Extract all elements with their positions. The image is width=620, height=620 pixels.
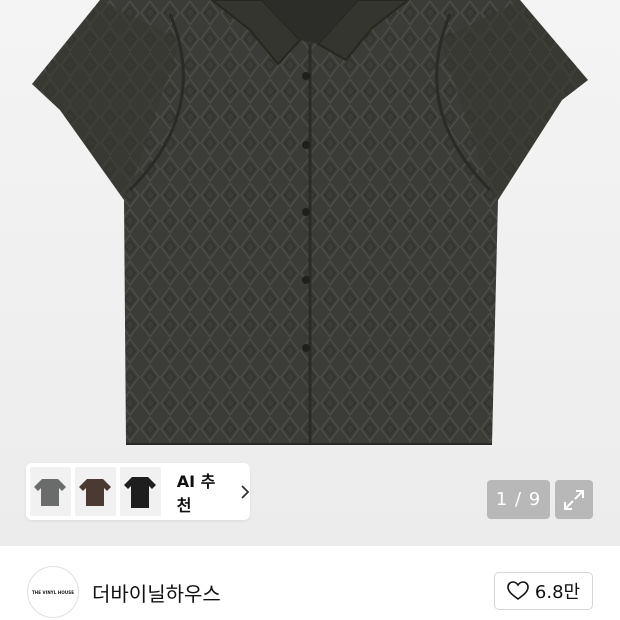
recommend-thumbnail-1[interactable] <box>30 467 71 516</box>
ai-recommend-label: AI 추천 <box>176 471 216 515</box>
expand-button[interactable] <box>555 480 593 519</box>
shirt-thumb-icon <box>124 476 157 508</box>
ai-recommend-button[interactable]: AI 추천 <box>26 463 250 520</box>
expand-icon <box>564 489 584 510</box>
recommend-thumbnail-3[interactable] <box>119 467 161 516</box>
like-button[interactable]: 6.8만 <box>494 572 593 610</box>
brand-row: THE VINYL HOUSE 더바이닐하우스 6.8만 <box>0 546 620 620</box>
brand-name[interactable]: 더바이닐하우스 <box>92 578 221 607</box>
shirt-thumb-icon <box>34 478 67 506</box>
like-count: 6.8만 <box>534 582 581 603</box>
heart-icon <box>507 581 529 600</box>
chevron-right-icon <box>241 484 250 499</box>
product-image-carousel[interactable]: AI 추천 1 / 9 <box>0 0 620 546</box>
brand-logo-text: THE VINYL HOUSE <box>31 589 75 595</box>
recommend-thumbnail-2[interactable] <box>74 467 116 516</box>
shirt-thumb-icon <box>79 478 112 506</box>
brand-logo[interactable]: THE VINYL HOUSE <box>27 566 79 618</box>
image-counter: 1 / 9 <box>487 480 550 519</box>
